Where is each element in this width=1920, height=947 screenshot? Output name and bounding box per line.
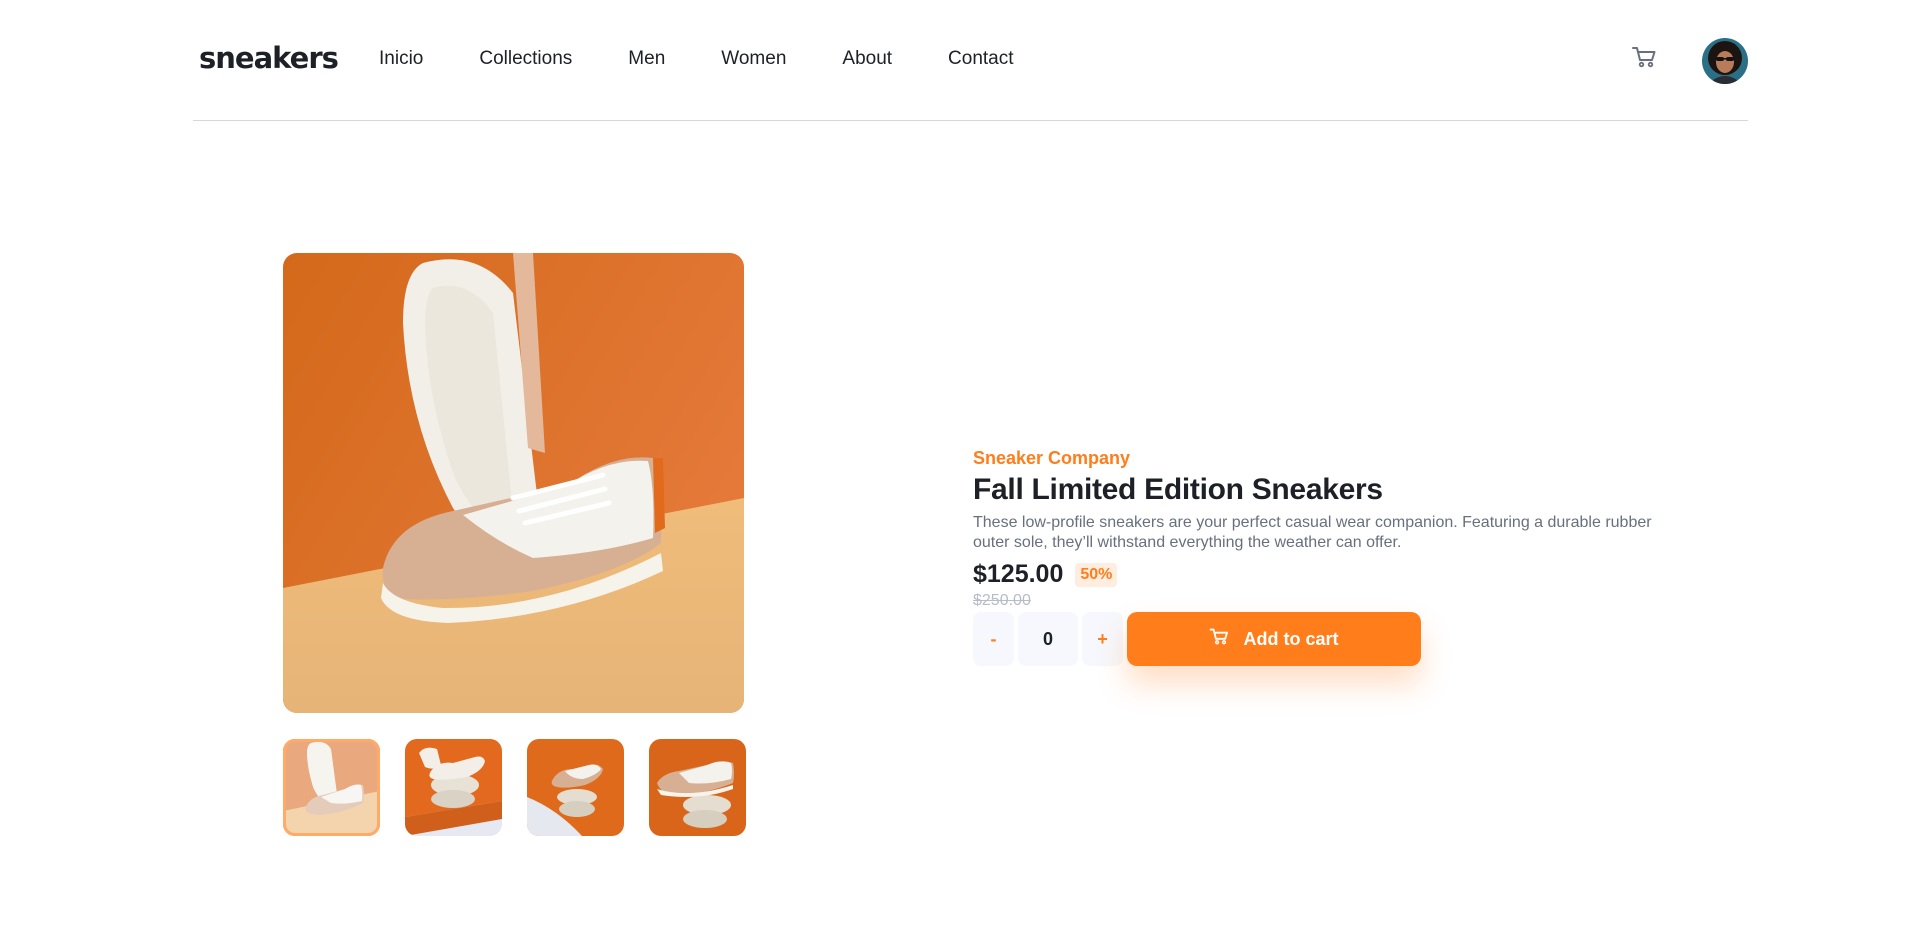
sneaker-thumb-4[interactable] <box>649 739 746 836</box>
sneaker-thumb-1[interactable] <box>283 739 380 836</box>
price-row: $125.00 50% <box>973 560 1673 589</box>
discount-badge: 50% <box>1075 562 1118 587</box>
original-price: $250.00 <box>973 592 1031 609</box>
sneaker-product-photo[interactable] <box>283 253 744 713</box>
user-avatar[interactable] <box>1702 38 1748 84</box>
sneaker-thumb-2[interactable] <box>405 739 502 836</box>
cart-icon[interactable] <box>1631 45 1657 69</box>
sneaker-thumb-3[interactable] <box>527 739 624 836</box>
nav-link-inicio[interactable]: Inicio <box>379 48 423 72</box>
main-nav: Inicio Collections Men Women About Conta… <box>379 48 1014 72</box>
product-details: Sneaker Company Fall Limited Edition Sne… <box>973 448 1673 666</box>
site-header: sneakers Inicio Collections Men Women Ab… <box>193 0 1748 121</box>
company-name: Sneaker Company <box>973 448 1131 468</box>
add-to-cart-label: Add to cart <box>1243 628 1339 649</box>
nav-link-collections[interactable]: Collections <box>479 48 572 72</box>
decrease-quantity-button[interactable]: - <box>973 612 1014 666</box>
current-price: $125.00 <box>973 560 1064 588</box>
quantity-value[interactable]: 0 <box>1018 612 1078 666</box>
cart-actions: - 0 + Add to cart <box>973 612 1673 666</box>
nav-link-women[interactable]: Women <box>721 48 786 72</box>
thumbnail-strip <box>283 739 746 836</box>
logo[interactable]: sneakers <box>199 41 339 75</box>
nav-link-men[interactable]: Men <box>628 48 665 72</box>
add-to-cart-button[interactable]: Add to cart <box>1127 612 1421 666</box>
nav-link-contact[interactable]: Contact <box>948 48 1013 72</box>
cart-icon <box>1209 627 1229 651</box>
product-description: These low-profile sneakers are your perf… <box>973 514 1652 551</box>
increase-quantity-button[interactable]: + <box>1082 612 1123 666</box>
product-title: Fall Limited Edition Sneakers <box>973 473 1383 506</box>
nav-link-about[interactable]: About <box>842 48 892 72</box>
